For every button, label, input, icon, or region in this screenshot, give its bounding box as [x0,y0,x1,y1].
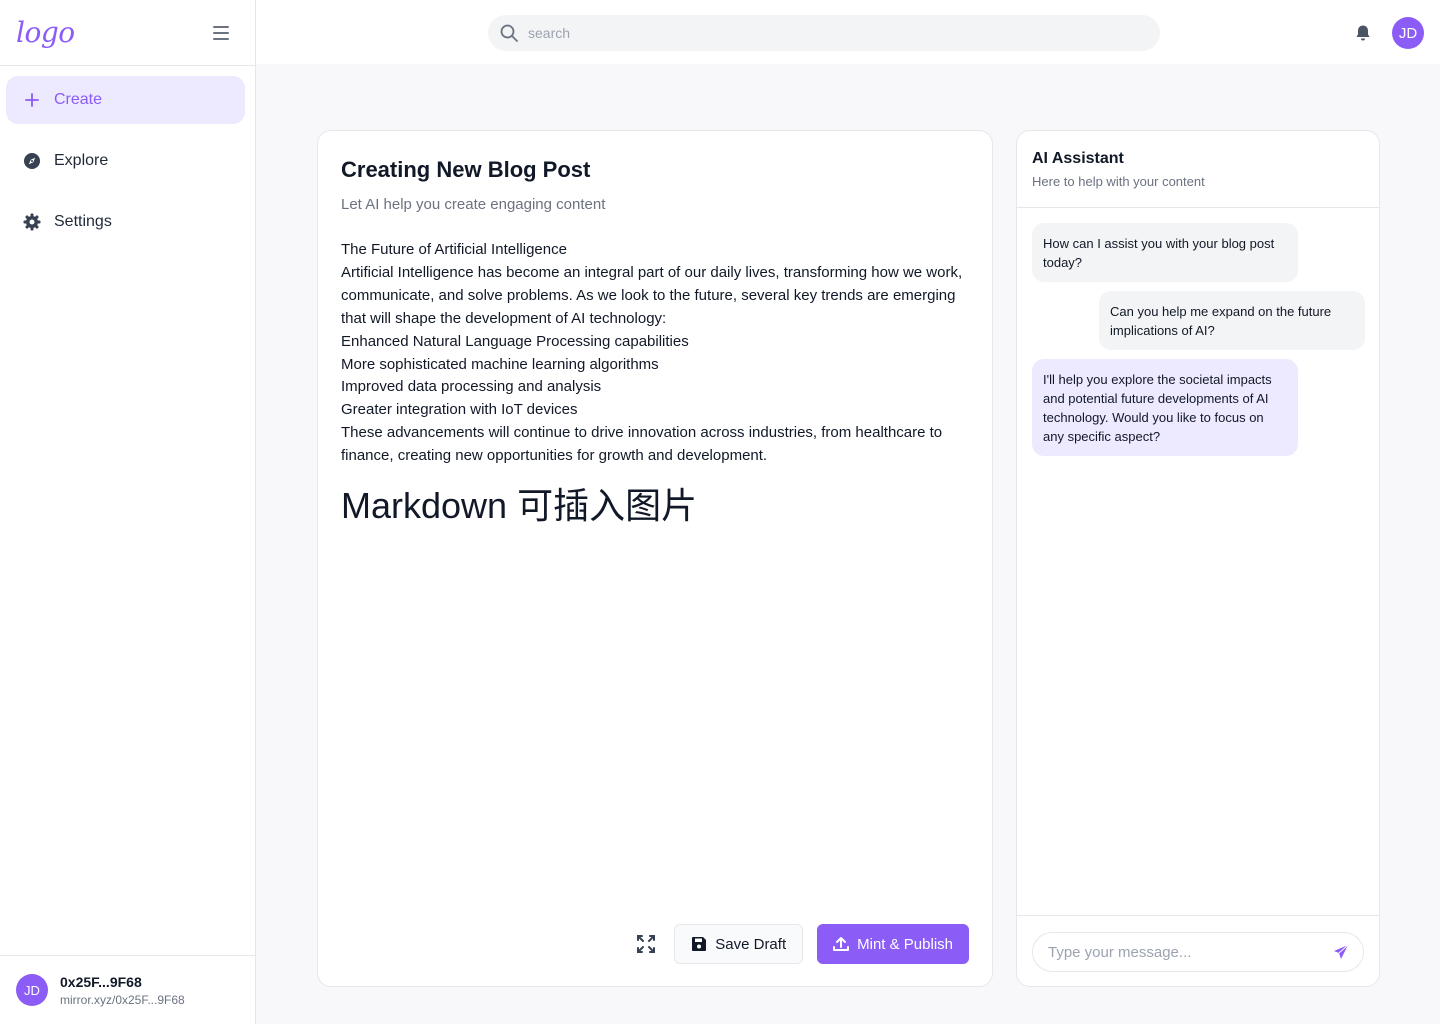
chat-footer [1017,915,1379,986]
user-profile[interactable]: JD 0x25F...9F68 mirror.xyz/0x25F...9F68 [0,955,255,1024]
chat-input[interactable] [1048,943,1328,961]
search-icon [500,24,518,42]
content-line: These advancements will continue to driv… [341,424,943,465]
chat-messages: How can I assist you with your blog post… [1032,223,1365,465]
editor-content[interactable]: The Future of Artificial Intelligence Ar… [341,239,971,468]
mint-publish-label: Mint & Publish [857,935,953,953]
expand-icon[interactable] [636,934,656,954]
content-line: Improved data processing and analysis [341,378,602,396]
sidebar-item-create[interactable]: Create [6,76,245,124]
ai-assistant-panel: AI Assistant Here to help with your cont… [1016,130,1380,987]
content-line: More sophisticated machine learning algo… [341,355,659,373]
compass-icon [23,152,41,170]
content-line: The Future of Artificial Intelligence [341,241,567,258]
chat-input-container [1032,932,1364,972]
user-message: Can you help me expand on the future imp… [1099,291,1365,350]
sidebar-item-label: Create [54,91,103,108]
content-line: Greater integration with IoT devices [341,401,578,419]
sidebar-item-explore[interactable]: Explore [6,137,245,185]
ai-assistant-title: AI Assistant [1032,150,1124,167]
page-subtitle: Let AI help you create engaging content [341,196,606,213]
sidebar-item-label: Settings [54,213,112,230]
page-title: Creating New Blog Post [341,157,591,182]
avatar[interactable]: JD [1392,17,1424,49]
bell-icon[interactable] [1354,24,1372,42]
plus-icon [23,91,41,109]
gear-icon [23,213,41,231]
wallet-url: mirror.xyz/0x25F...9F68 [60,992,185,1007]
save-icon [692,937,707,951]
save-draft-button[interactable]: Save Draft [674,924,804,964]
upload-icon [833,937,850,951]
wallet-address: 0x25F...9F68 [60,973,142,990]
search-input[interactable] [528,25,1128,41]
editor-card: Creating New Blog Post Let AI help you c… [317,130,993,987]
assistant-message: I'll help you explore the societal impac… [1032,359,1298,456]
content-line: Artificial Intelligence has become an in… [341,263,963,327]
sidebar-item-label: Explore [54,152,109,169]
send-icon[interactable] [1333,944,1349,960]
sidebar-header: logo [0,0,255,66]
search-bar [488,15,1160,51]
sidebar-nav: Create Explore Settings [0,66,255,246]
logo[interactable]: logo [16,16,75,49]
ai-assistant-header: AI Assistant Here to help with your cont… [1017,131,1379,208]
content-line: Enhanced Natural Language Processing cap… [341,332,689,350]
top-header: JD [256,0,1440,64]
hamburger-menu-icon[interactable] [213,25,229,40]
markdown-note: Markdown 可插入图片 [341,485,698,526]
assistant-message: How can I assist you with your blog post… [1032,223,1298,282]
sidebar: logo Create Explore Settings JD 0x25F...… [0,0,256,1024]
ai-assistant-subtitle: Here to help with your content [1032,174,1205,189]
editor-actions: Save Draft Mint & Publish [636,924,969,964]
mint-publish-button[interactable]: Mint & Publish [817,924,969,964]
avatar: JD [16,974,48,1006]
save-draft-label: Save Draft [715,935,787,953]
sidebar-item-settings[interactable]: Settings [6,198,245,246]
